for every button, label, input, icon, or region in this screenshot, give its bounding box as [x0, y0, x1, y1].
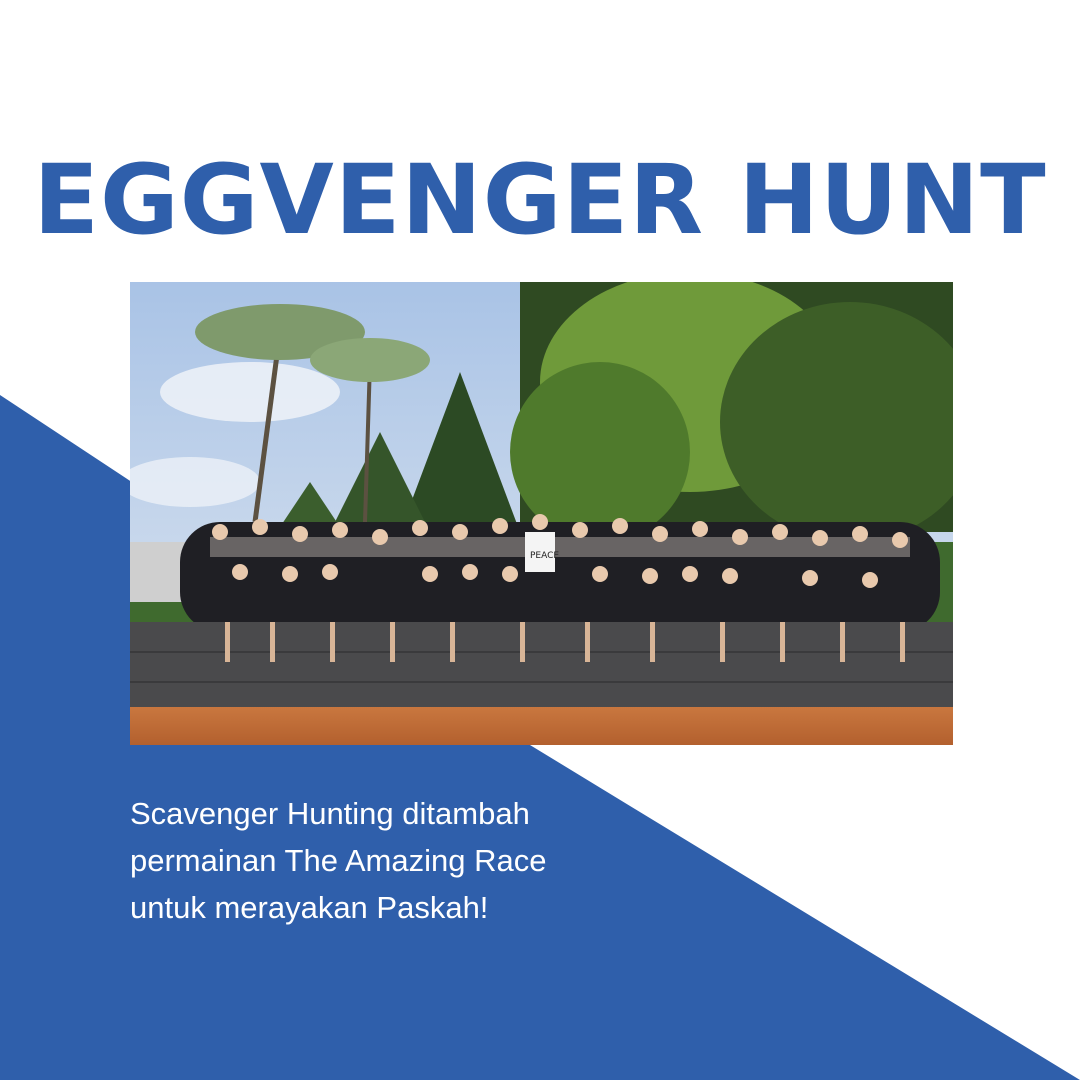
caption-line-3: untuk merayakan Paskah! — [130, 890, 489, 925]
instagram-post: EGGVENGER HUNT PEACE Scavenger Hunting d… — [0, 0, 1080, 1080]
shirt-print-text: PEACE — [530, 551, 559, 561]
group-photo: PEACE — [130, 282, 953, 745]
caption-line-1: Scavenger Hunting ditambah — [130, 796, 530, 831]
post-caption: Scavenger Hunting ditambah permainan The… — [130, 790, 690, 931]
post-title: EGGVENGER HUNT — [33, 144, 1047, 256]
caption-line-2: permainan The Amazing Race — [130, 843, 547, 878]
